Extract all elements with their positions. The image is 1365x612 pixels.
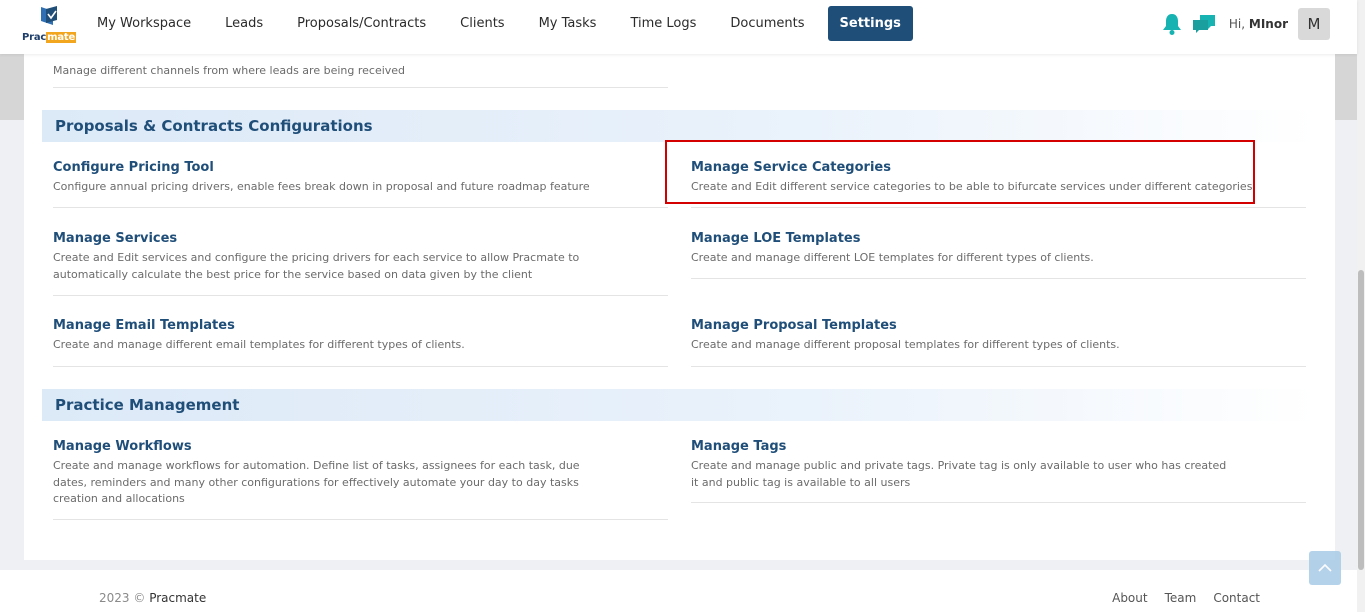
item-description: Manage different channels from where lea… — [53, 64, 406, 77]
nav-leads[interactable]: Leads — [208, 6, 280, 41]
manage-loe-templates-link[interactable]: Manage LOE Templates — [691, 231, 1291, 246]
list-item: Manage Proposal Templates Create and man… — [691, 318, 1291, 354]
nav-settings[interactable]: Settings — [827, 6, 913, 41]
settings-card: Manage different channels from where lea… — [24, 54, 1335, 560]
user-greeting: Hi, MInor — [1228, 17, 1288, 31]
list-item: Manage Workflows Create and manage workf… — [53, 439, 653, 508]
scrollbar[interactable] — [1357, 0, 1365, 612]
nav-time-logs[interactable]: Time Logs — [613, 6, 713, 41]
manage-services-link[interactable]: Manage Services — [53, 231, 653, 246]
item-description: Create and manage different proposal tem… — [691, 338, 1120, 351]
manage-tags-link[interactable]: Manage Tags — [691, 439, 1291, 454]
scrollbar-thumb[interactable] — [1358, 270, 1364, 570]
item-description: Create and manage different email templa… — [53, 338, 465, 351]
item-description: Create and Edit services and configure t… — [53, 251, 580, 281]
avatar[interactable]: M — [1298, 8, 1330, 40]
list-item: Manage Tags Create and manage public and… — [691, 439, 1291, 491]
logo-icon — [41, 6, 57, 25]
scroll-to-top-button[interactable] — [1309, 551, 1341, 585]
nav-my-workspace[interactable]: My Workspace — [80, 6, 208, 41]
list-item: Manage Email Templates Create and manage… — [53, 318, 653, 354]
manage-email-templates-link[interactable]: Manage Email Templates — [53, 318, 653, 333]
manage-workflows-link[interactable]: Manage Workflows — [53, 439, 653, 454]
item-description: Configure annual pricing drivers, enable… — [53, 180, 590, 193]
nav-documents[interactable]: Documents — [713, 6, 821, 41]
footer-link-about[interactable]: About — [1112, 591, 1147, 605]
divider — [53, 207, 668, 208]
list-item: Manage Services Create and Edit services… — [53, 231, 653, 283]
divider — [53, 87, 668, 88]
chevron-up-icon — [1318, 563, 1332, 572]
header-user-area: Hi, MInor M — [1153, 8, 1330, 40]
logo-wordmark: Pracmate — [22, 32, 77, 43]
footer-link-contact[interactable]: Contact — [1213, 591, 1260, 605]
list-item: Configure Pricing Tool Configure annual … — [53, 160, 653, 196]
main-nav: My Workspace Leads Proposals/Contracts C… — [80, 6, 913, 41]
footer-links: About Team Contact — [1112, 591, 1260, 605]
configure-pricing-tool-link[interactable]: Configure Pricing Tool — [53, 160, 653, 175]
lead-channels-item: Manage different channels from where lea… — [53, 59, 653, 80]
chat-messages-icon[interactable] — [1191, 11, 1217, 37]
divider — [53, 295, 668, 296]
item-description: Create and manage different LOE template… — [691, 251, 1094, 264]
nav-proposals-contracts[interactable]: Proposals/Contracts — [280, 6, 443, 41]
divider — [53, 366, 668, 367]
section-title-practice-management: Practice Management — [42, 389, 1318, 421]
divider — [691, 366, 1306, 367]
section-title-proposals: Proposals & Contracts Configurations — [42, 110, 1318, 142]
divider — [691, 207, 1306, 208]
highlight-annotation-box — [665, 140, 1255, 204]
pracmate-logo[interactable]: Pracmate — [22, 5, 78, 45]
top-navbar: Pracmate My Workspace Leads Proposals/Co… — [0, 0, 1357, 54]
manage-proposal-templates-link[interactable]: Manage Proposal Templates — [691, 318, 1291, 333]
footer-link-team[interactable]: Team — [1165, 591, 1197, 605]
notification-bell-icon[interactable] — [1159, 11, 1185, 37]
nav-clients[interactable]: Clients — [443, 6, 521, 41]
page-footer: 2023 © Pracmate About Team Contact — [0, 570, 1357, 612]
divider — [53, 519, 668, 520]
nav-my-tasks[interactable]: My Tasks — [522, 6, 614, 41]
list-item: Manage LOE Templates Create and manage d… — [691, 231, 1291, 267]
divider — [691, 278, 1306, 279]
item-description: Create and manage workflows for automati… — [53, 459, 580, 505]
copyright: 2023 © Pracmate — [99, 591, 207, 605]
divider — [691, 502, 1306, 503]
item-description: Create and manage public and private tag… — [691, 459, 1227, 489]
